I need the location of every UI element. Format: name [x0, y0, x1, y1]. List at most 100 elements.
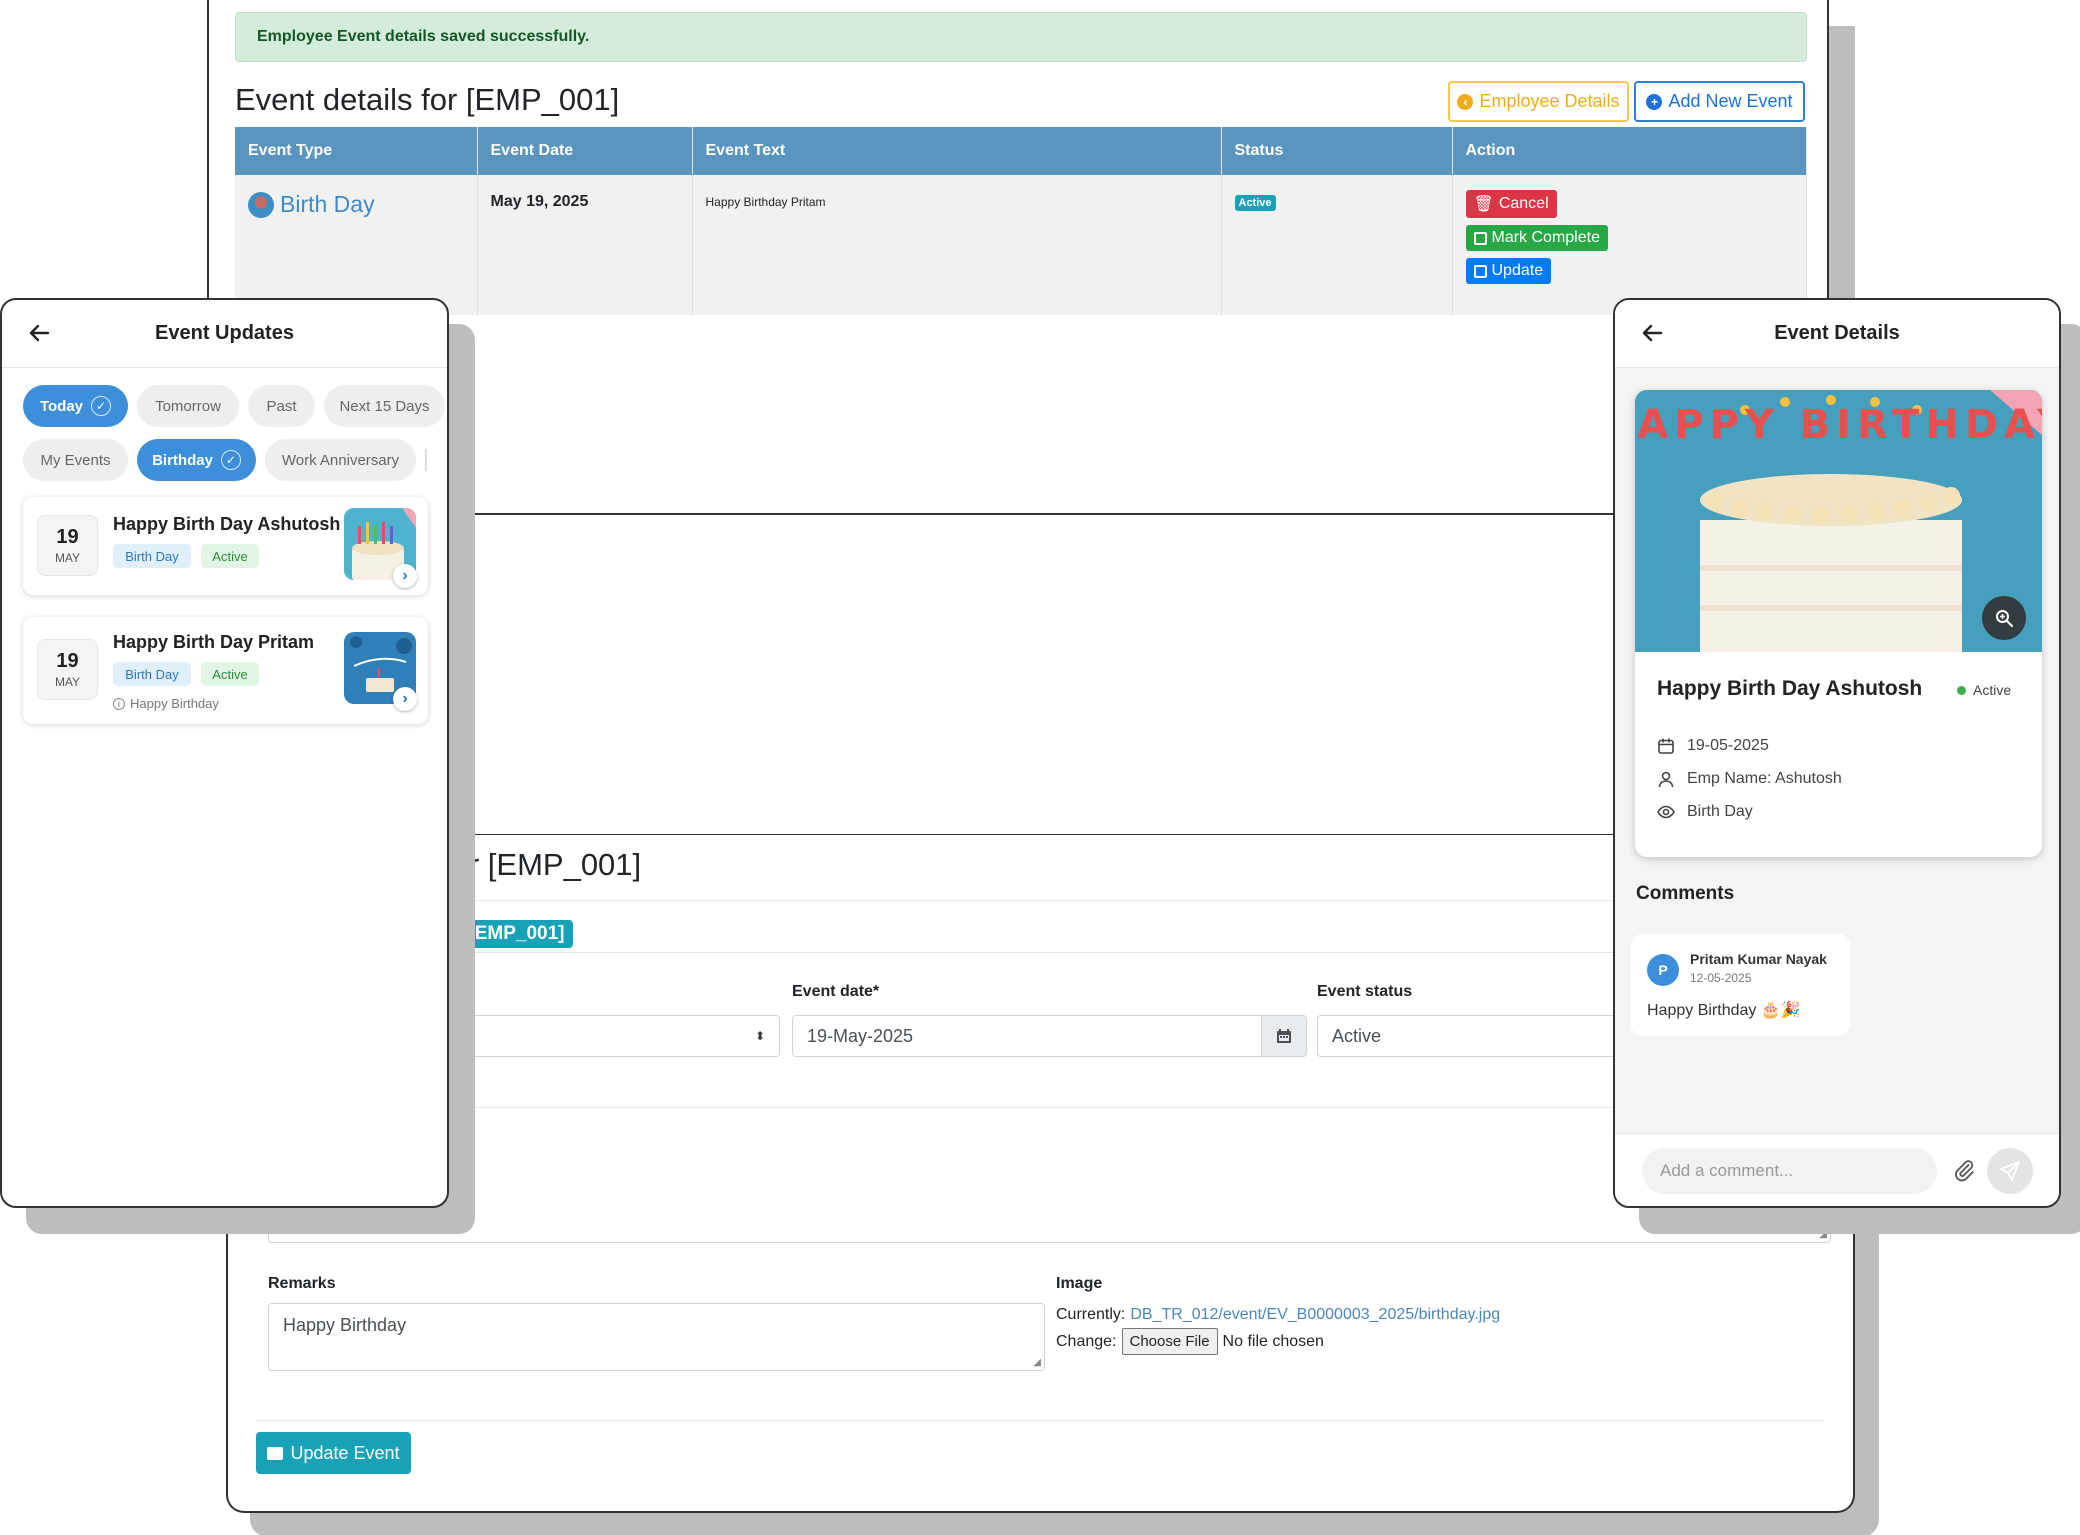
send-icon	[2000, 1161, 2020, 1181]
column-header: Event Type	[235, 127, 478, 175]
column-header: Status	[1221, 127, 1453, 175]
employee-details-label: Employee Details	[1479, 91, 1620, 111]
filter-chip-today[interactable]: Today ✓	[23, 385, 128, 427]
chip-label: Past	[266, 397, 297, 415]
person-icon	[1658, 771, 1674, 788]
remarks-value: Happy Birthday	[283, 1315, 407, 1335]
employee-details-button[interactable]: ‹ Employee Details	[1448, 81, 1629, 122]
send-button[interactable]	[1987, 1148, 2033, 1194]
event-type-label: Birth Day	[280, 191, 375, 217]
comment-item: P Pritam Kumar Nayak 12-05-2025 Happy Bi…	[1631, 934, 1850, 1036]
page-title: Event details for [EMP_001]	[235, 82, 620, 117]
calendar-button[interactable]	[1262, 1015, 1307, 1057]
update-event-label: Update Event	[290, 1442, 400, 1463]
birthday-avatar-icon	[248, 191, 274, 218]
image-label: Image	[1056, 1275, 1103, 1292]
event-status-label: Event status	[1317, 983, 1413, 1000]
update-label: Update	[1491, 262, 1544, 279]
trash-icon: 🗑	[1473, 196, 1494, 213]
event-details-screen: Event Details HAPPY BIRTHDAY	[1613, 298, 2061, 1208]
chip-label: Work Anniversary	[281, 451, 400, 469]
chip-label: Tomorrow	[155, 397, 221, 415]
event-type-tag: Birth Day	[113, 544, 191, 568]
avatar: P	[1647, 954, 1679, 986]
add-new-event-button[interactable]: + Add New Event	[1634, 81, 1805, 122]
event-text-textarea[interactable]: ◢	[268, 1135, 1831, 1243]
status-text: Active	[1973, 682, 2012, 698]
update-button[interactable]: Update	[1465, 258, 1552, 284]
status-indicator: Active	[1957, 682, 2011, 698]
filter-chip-work-anniversary[interactable]: Work Anniversary	[265, 439, 416, 481]
scroll-indicator	[425, 449, 427, 471]
event-note: i Happy Birthday	[113, 696, 219, 711]
event-card[interactable]: 19 MAY Happy Birth Day Pritam Birth Day …	[23, 617, 428, 724]
date-box: 19 MAY	[37, 639, 98, 700]
update-event-button[interactable]: Update Event	[256, 1432, 411, 1474]
status-dot-icon	[1957, 685, 1966, 695]
table-row: Birth Day May 19, 2025 Happy Birthday Pr…	[235, 175, 1807, 315]
divider	[255, 952, 1825, 953]
event-status-tag: Active	[201, 544, 259, 568]
screen-header: Event Updates	[2, 300, 447, 368]
employee-badge: ak [EMP_001]	[434, 920, 573, 948]
chip-label: Today	[39, 397, 84, 415]
event-status-input[interactable]: Active	[1317, 1015, 1647, 1057]
image-caption: HAPPY BIRTHDAY	[1635, 402, 2042, 448]
filter-chip-past[interactable]: Past	[248, 385, 315, 427]
event-day: 19	[56, 650, 79, 672]
event-image[interactable]: HAPPY BIRTHDAY	[1635, 390, 2042, 652]
events-table: Event Type Event Date Event Text Status …	[235, 127, 1807, 315]
choose-file-button[interactable]: Choose File	[1121, 1328, 1218, 1355]
zoom-in-icon	[1996, 610, 2013, 627]
event-type-link[interactable]: Birth Day	[248, 191, 464, 218]
chevron-right-icon[interactable]: ›	[393, 564, 417, 588]
comment-input[interactable]: Add a comment...	[1642, 1148, 1937, 1194]
check-icon: ✓	[220, 450, 241, 470]
status-badge: Active	[1234, 195, 1276, 211]
current-image-row: Currently: DB_TR_012/event/EV_B0000003_2…	[1056, 1306, 1500, 1324]
comment-text: Happy Birthday 🎂🎉	[1647, 1002, 1801, 1019]
form-title: for [EMP_001]	[443, 847, 642, 882]
event-day: 19	[56, 526, 79, 548]
edit-event-form-window: for [EMP_001] ak [EMP_001] ⬍ Event date*…	[226, 515, 1855, 1513]
current-image-link[interactable]: DB_TR_012/event/EV_B0000003_2025/birthda…	[1130, 1306, 1500, 1324]
edit-square-icon	[1473, 264, 1487, 278]
event-updates-screen: Event Updates Today ✓ Tomorrow Past Next…	[0, 298, 449, 1208]
filter-chip-next-15-days[interactable]: Next 15 Days	[324, 385, 445, 427]
select-caret-icon: ⬍	[754, 1029, 765, 1043]
event-card-title: Happy Birth Day Ashutosh	[113, 514, 341, 534]
remarks-label: Remarks	[268, 1275, 336, 1292]
meta-event-type-text: Birth Day	[1687, 803, 1753, 820]
event-date-label: Event date*	[792, 983, 880, 1000]
calendar-icon	[1277, 1029, 1291, 1043]
chevron-right-icon[interactable]: ›	[393, 687, 417, 711]
event-date-input[interactable]: 19-May-2025	[792, 1015, 1262, 1057]
success-alert: Employee Event details saved successfull…	[235, 12, 1807, 62]
comment-composer: Add a comment...	[1615, 1133, 2059, 1206]
mark-complete-button[interactable]: Mark Complete	[1465, 225, 1608, 251]
date-box: 19 MAY	[37, 515, 98, 576]
plus-circle-icon: +	[1646, 93, 1663, 110]
event-detail-title: Happy Birth Day Ashutosh	[1657, 677, 1923, 700]
edit-square-icon	[1473, 231, 1487, 245]
briefcase-icon	[267, 1446, 284, 1460]
filter-chip-tomorrow[interactable]: Tomorrow	[137, 385, 239, 427]
meta-date: 19-05-2025	[1657, 737, 1769, 755]
event-status-tag: Active	[201, 662, 259, 686]
event-card[interactable]: 19 MAY Happy Birth Day Ashutosh Birth Da…	[23, 497, 428, 595]
filter-chip-my-events[interactable]: My Events	[23, 439, 128, 481]
event-month: MAY	[54, 551, 81, 565]
remarks-textarea[interactable]: Happy Birthday ◢	[268, 1303, 1045, 1371]
event-date-cell: May 19, 2025	[477, 175, 693, 315]
eye-icon	[1657, 805, 1675, 819]
add-new-event-label: Add New Event	[1668, 91, 1793, 111]
attach-button[interactable]	[1952, 1158, 1976, 1187]
cancel-label: Cancel	[1498, 195, 1549, 212]
chip-label: Birthday	[152, 451, 213, 469]
comment-date: 12-05-2025	[1690, 971, 1752, 985]
filter-chip-birthday[interactable]: Birthday ✓	[137, 439, 256, 481]
event-type-select[interactable]: ⬍	[428, 1015, 780, 1057]
zoom-button[interactable]	[1982, 596, 2026, 640]
event-detail-card: HAPPY BIRTHDAY Happy Birth Day Ashutosh …	[1635, 390, 2042, 857]
cancel-button[interactable]: 🗑 Cancel	[1465, 190, 1557, 218]
